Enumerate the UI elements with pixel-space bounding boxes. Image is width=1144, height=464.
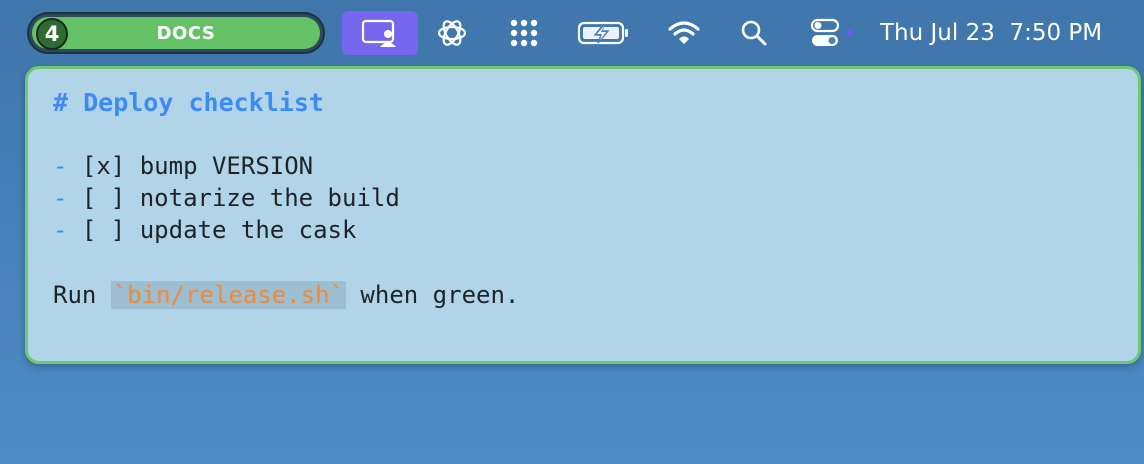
wifi-icon[interactable] xyxy=(664,11,704,55)
list-bullet: - xyxy=(53,184,68,212)
workspace-indicator[interactable]: 4 DOCS xyxy=(27,12,325,54)
checkbox-marker: [x] xyxy=(81,152,126,180)
battery-charging-icon[interactable] xyxy=(576,11,632,55)
chatgpt-icon[interactable] xyxy=(432,11,472,55)
workspace-label: DOCS xyxy=(156,23,216,44)
checklist-item: - [x] bump VERSION xyxy=(53,150,313,182)
spotlight-search-icon[interactable] xyxy=(734,11,774,55)
checklist-item: - [ ] update the cask xyxy=(53,214,356,246)
list-bullet: - xyxy=(53,152,68,180)
screen-share-icon[interactable] xyxy=(342,11,418,55)
checklist-item-text: update the cask xyxy=(139,216,357,244)
menu-bar-clock[interactable]: Thu Jul 23 7:50 PM xyxy=(880,11,1102,55)
footer-text-after: when green. xyxy=(345,281,520,309)
checkbox-marker: [ ] xyxy=(81,216,126,244)
note-panel[interactable]: # Deploy checklist - [x] bump VERSION - … xyxy=(25,66,1141,364)
control-center-icon[interactable] xyxy=(804,11,860,55)
menu-bar: 4 DOCS Thu Jul 23 7:50 PM xyxy=(0,0,1144,66)
checklist-item: - [ ] notarize the build xyxy=(53,182,400,214)
checklist-item-text: notarize the build xyxy=(139,184,400,212)
list-bullet: - xyxy=(53,216,68,244)
workspace-pill: 4 DOCS xyxy=(32,17,320,50)
footer-text-before: Run xyxy=(53,281,111,309)
checkbox-marker: [ ] xyxy=(81,184,126,212)
checklist-item-text: bump VERSION xyxy=(139,152,314,180)
note-footer-line: Run `bin/release.sh` when green. xyxy=(53,279,519,311)
app-grid-icon[interactable] xyxy=(504,11,544,55)
note-heading: # Deploy checklist xyxy=(53,88,324,117)
inline-code: `bin/release.sh` xyxy=(110,281,346,309)
